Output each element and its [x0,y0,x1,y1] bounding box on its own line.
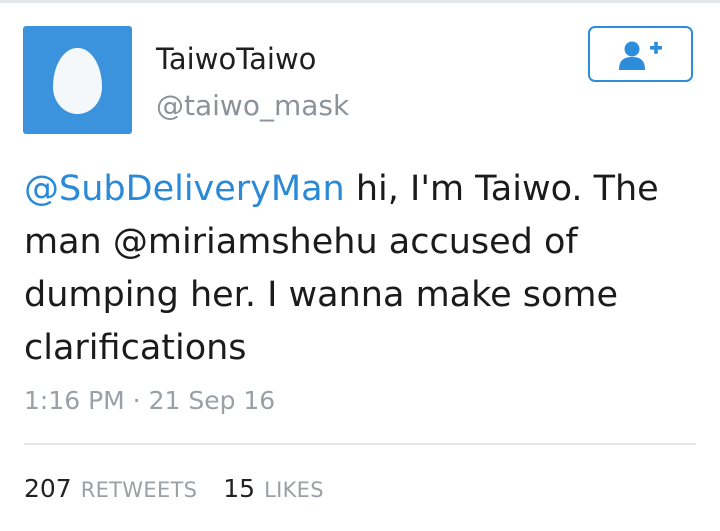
stats-divider [24,443,696,445]
likes-count: 15 [223,474,256,503]
tweet-text: @SubDeliveryMan hi, I'm Taiwo. The man @… [24,163,704,375]
display-name[interactable]: TaiwoTaiwo [156,41,316,77]
mention-link[interactable]: @SubDeliveryMan [24,169,345,209]
follow-button[interactable] [588,26,693,82]
add-user-icon [619,41,662,70]
likes-label: LIKES [264,478,324,502]
user-handle[interactable]: @taiwo_mask [156,89,349,123]
top-divider [0,0,720,3]
likes-stat[interactable]: 15 LIKES [223,474,324,503]
default-egg-icon [53,48,102,114]
retweets-count: 207 [24,474,72,503]
retweets-label: RETWEETS [80,478,198,502]
tweet-stats: 207 RETWEETS 15 LIKES [24,474,350,510]
avatar[interactable] [23,26,132,134]
tweet-timestamp[interactable]: 1:16 PM · 21 Sep 16 [24,384,275,418]
retweets-stat[interactable]: 207 RETWEETS [24,474,197,503]
